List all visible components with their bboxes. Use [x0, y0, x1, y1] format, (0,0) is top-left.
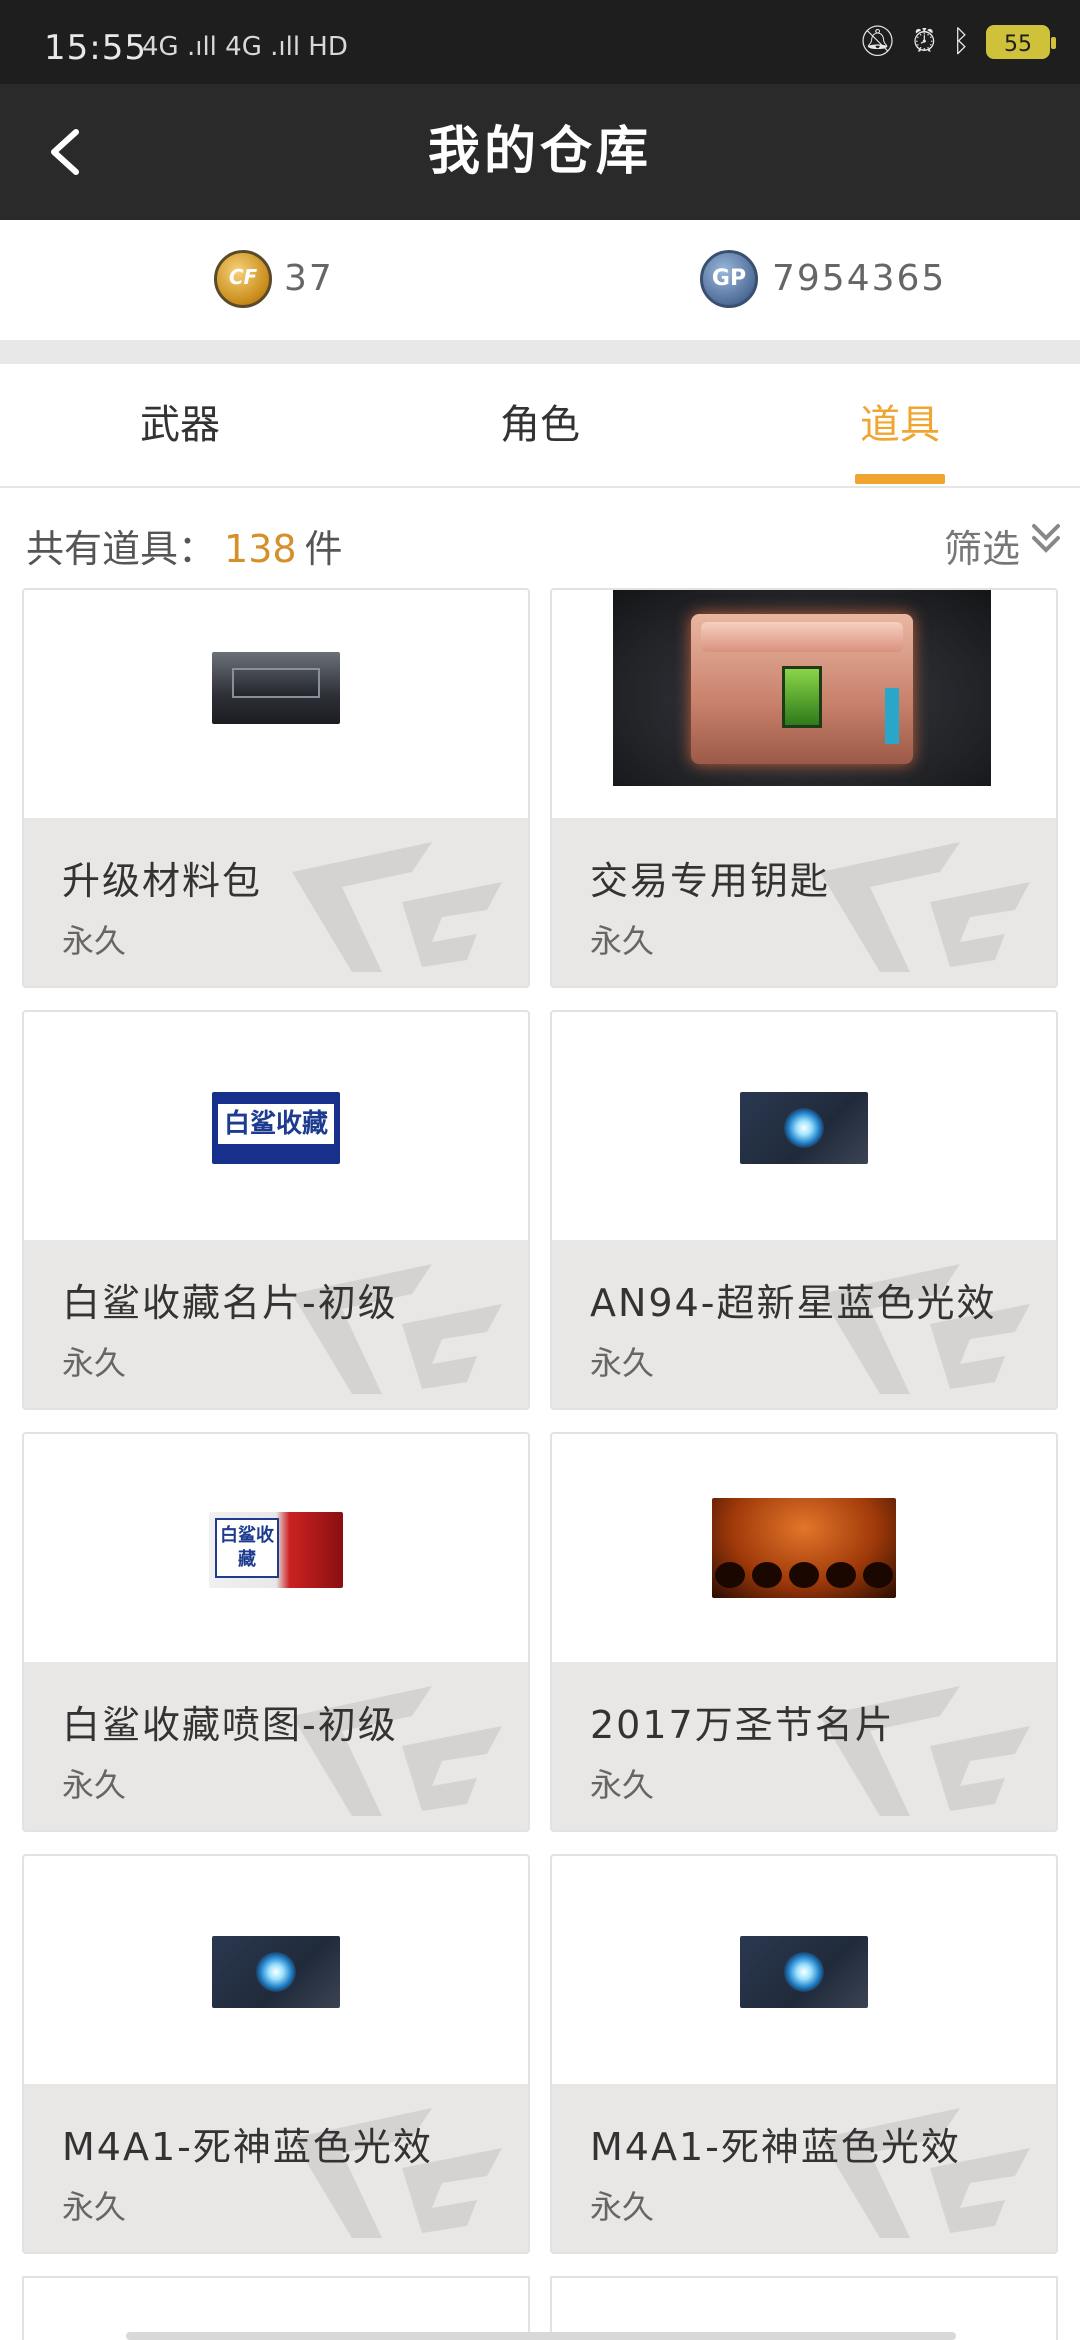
item-card[interactable]: M4A1-死神蓝色光效 永久 — [22, 1854, 530, 2254]
white-shark-card-icon: 白鲨收藏 — [212, 1092, 340, 1164]
item-card[interactable]: 交易专用钥匙 永久 — [550, 588, 1058, 988]
item-name: 2017万圣节名片 — [590, 1703, 895, 1747]
item-summary: 共有道具： 138 件 筛选 — [0, 488, 1080, 588]
item-card[interactable]: 升级材料包 永久 — [22, 588, 530, 988]
cf-watermark-icon — [820, 842, 1030, 972]
halloween-card-icon — [712, 1498, 896, 1598]
item-name: 交易专用钥匙 — [590, 859, 831, 903]
item-card[interactable]: AN94-超新星蓝色光效 永久 — [550, 1010, 1058, 1410]
item-card-partial[interactable] — [550, 2276, 1058, 2340]
bluetooth-icon: ᛒ — [952, 24, 970, 59]
white-shark-spray-icon: 白鲨收藏 — [209, 1512, 343, 1588]
item-duration: 永久 — [590, 1766, 655, 1804]
item-card-partial[interactable] — [22, 2276, 530, 2340]
item-grid: 升级材料包 永久 交易专用钥匙 永久 白鲨收藏 白鲨收藏名片-初级 永久 AN9… — [0, 588, 1080, 2340]
scroll-indicator[interactable] — [126, 2332, 956, 2340]
page-title: 我的仓库 — [427, 122, 652, 182]
item-duration: 永久 — [62, 922, 127, 960]
item-name: 升级材料包 — [62, 859, 263, 903]
item-card[interactable]: 2017万圣节名片 永久 — [550, 1432, 1058, 1832]
cf-points-value: 37 — [284, 258, 334, 299]
item-duration: 永久 — [62, 2188, 127, 2226]
tab-weapons[interactable]: 武器 — [80, 364, 280, 486]
chevron-down-icon[interactable] — [1030, 518, 1062, 558]
filter-button[interactable]: 筛选 — [944, 518, 1020, 573]
item-card[interactable]: 白鲨收藏 白鲨收藏名片-初级 永久 — [22, 1010, 530, 1410]
gp-coin-icon: GP — [700, 250, 758, 308]
item-card[interactable]: M4A1-死神蓝色光效 永久 — [550, 1854, 1058, 2254]
item-duration: 永久 — [590, 2188, 655, 2226]
status-time: 15:55 — [44, 28, 147, 68]
mute-icon: 🔕︎ — [858, 24, 897, 59]
battery-icon: 55 — [986, 24, 1056, 59]
item-count-label: 共有道具： 138 件 — [26, 527, 343, 571]
item-name: AN94-超新星蓝色光效 — [590, 1281, 997, 1325]
gp-points-value: 7954365 — [772, 258, 947, 299]
cf-watermark-icon — [292, 842, 502, 972]
item-card[interactable]: 白鲨收藏 白鲨收藏喷图-初级 永久 — [22, 1432, 530, 1832]
item-name: M4A1-死神蓝色光效 — [590, 2125, 961, 2169]
item-name: 白鲨收藏名片-初级 — [62, 1281, 398, 1325]
item-duration: 永久 — [62, 1766, 127, 1804]
tab-characters[interactable]: 角色 — [440, 364, 640, 486]
item-count: 138 — [224, 527, 297, 571]
cf-coin-icon: CF — [214, 250, 272, 308]
active-tab-indicator — [855, 474, 945, 484]
blue-glow-effect-icon — [740, 1092, 868, 1164]
item-name: 白鲨收藏喷图-初级 — [62, 1703, 398, 1747]
upgrade-box-icon — [212, 652, 340, 724]
currency-bar: CF 37 GP 7954365 — [0, 220, 1080, 340]
category-tabs: 武器 角色 道具 — [0, 364, 1080, 488]
blue-glow-effect-icon — [740, 1936, 868, 2008]
status-bar: 15:55 4G .ıll 4G .ıll HD 🔕︎ ⏰︎ ᛒ 55 — [0, 0, 1080, 84]
item-duration: 永久 — [590, 1344, 655, 1382]
item-duration: 永久 — [590, 922, 655, 960]
signal-indicator: 4G .ıll 4G .ıll HD — [142, 32, 348, 62]
item-duration: 永久 — [62, 1344, 127, 1382]
alarm-icon: ⏰︎ — [912, 24, 936, 59]
app-header: 我的仓库 — [0, 84, 1080, 220]
blue-glow-effect-icon — [212, 1936, 340, 2008]
status-icons: 🔕︎ ⏰︎ ᛒ 55 — [858, 24, 1056, 59]
trade-key-box-icon — [613, 590, 991, 786]
section-divider — [0, 340, 1080, 364]
item-name: M4A1-死神蓝色光效 — [62, 2125, 433, 2169]
tab-items[interactable]: 道具 — [800, 364, 1000, 486]
